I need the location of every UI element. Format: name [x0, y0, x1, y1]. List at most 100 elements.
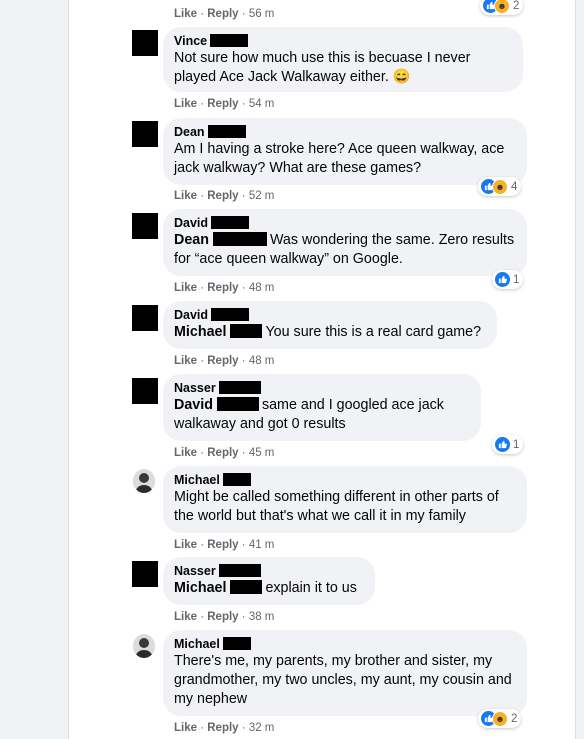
like-link[interactable]: Like — [174, 190, 197, 202]
comment-bubble: Nasser David same and I googled ace jack … — [163, 374, 481, 441]
comment-author[interactable]: Nasser — [174, 563, 364, 579]
haha-icon: ☻ — [494, 0, 510, 14]
like-link[interactable]: Like — [174, 539, 197, 551]
reply-link[interactable]: Reply — [207, 447, 238, 459]
comment-bubble: David Michael You sure this is a real car… — [163, 301, 497, 349]
comment-author[interactable]: Nasser — [174, 380, 470, 396]
left-gutter — [0, 0, 69, 739]
avatar[interactable] — [132, 121, 158, 147]
reaction-count: 1 — [513, 438, 520, 451]
timestamp[interactable]: 41 m — [249, 539, 275, 551]
reply-link[interactable]: Reply — [207, 282, 238, 294]
redacted-name — [211, 308, 250, 321]
redacted-name — [207, 125, 246, 138]
comment-bubble: Vince Not sure how much use this is becu… — [163, 27, 523, 92]
reply-link[interactable]: Reply — [207, 611, 238, 623]
redacted-name — [230, 324, 263, 338]
comment-actions: Like · Reply · 48 m — [174, 355, 275, 367]
comment-author[interactable]: David — [174, 307, 486, 323]
timestamp[interactable]: 56 m — [249, 8, 275, 20]
timestamp[interactable]: 52 m — [249, 190, 275, 202]
comment-text: Michael explain it to us — [174, 580, 357, 596]
avatar[interactable] — [133, 469, 155, 493]
like-icon — [495, 437, 510, 452]
comment-actions: Like · Reply · 54 m — [174, 98, 275, 110]
comment-actions: Like · Reply · 52 m — [174, 190, 275, 202]
redacted-name — [230, 580, 263, 594]
mention-link[interactable]: Dean — [174, 232, 209, 248]
comment-text: Dean Was wondering the same. Zero results… — [174, 232, 515, 267]
reaction-summary[interactable]: ☻ 4 — [478, 177, 522, 196]
reply-link[interactable]: Reply — [207, 190, 238, 202]
comment-author[interactable]: David — [174, 215, 516, 231]
timestamp[interactable]: 32 m — [249, 722, 275, 734]
avatar[interactable] — [132, 305, 158, 331]
reaction-summary[interactable]: 1 — [492, 270, 524, 289]
reply-link[interactable]: Reply — [207, 539, 238, 551]
redacted-name — [216, 397, 259, 411]
timestamp[interactable]: 48 m — [249, 282, 275, 294]
comment-author[interactable]: Michael — [174, 636, 516, 652]
like-link[interactable]: Like — [174, 611, 197, 623]
redacted-name — [222, 473, 251, 486]
timestamp[interactable]: 54 m — [249, 98, 275, 110]
mention-link[interactable]: Michael — [174, 324, 226, 340]
comment-actions: Like · Reply · 56 m — [174, 8, 275, 20]
comment-text: David same and I googled ace jack walkawa… — [174, 397, 444, 432]
avatar[interactable] — [133, 634, 155, 658]
comment-text: Might be called something different in o… — [174, 489, 499, 524]
profile-photo-icon — [133, 469, 155, 493]
reaction-summary[interactable]: ☻ 2 — [478, 709, 522, 728]
comment-text: Michael You sure this is a real card game… — [174, 324, 482, 340]
reaction-count: 2 — [511, 712, 518, 725]
comment-actions: Like · Reply · 45 m — [174, 447, 275, 459]
comment-author[interactable]: Dean — [174, 124, 516, 140]
right-gutter — [575, 0, 584, 739]
comment-actions: Like · Reply · 32 m — [174, 722, 275, 734]
reaction-summary[interactable]: ☻ 2 — [480, 0, 524, 15]
reply-link[interactable]: Reply — [207, 8, 238, 20]
reaction-count: 2 — [513, 0, 520, 12]
comment-bubble: Nasser Michael explain it to us — [163, 557, 375, 605]
comment-text: Am I having a stroke here? Ace queen wal… — [174, 141, 505, 176]
like-link[interactable]: Like — [174, 722, 197, 734]
like-link[interactable]: Like — [174, 282, 197, 294]
comment-text: Not sure how much use this is becuase I … — [174, 50, 471, 85]
timestamp[interactable]: 38 m — [249, 611, 275, 623]
reply-link[interactable]: Reply — [207, 98, 238, 110]
redacted-name — [222, 637, 251, 650]
profile-photo-icon — [133, 634, 155, 658]
like-link[interactable]: Like — [174, 447, 197, 459]
reaction-summary[interactable]: 1 — [492, 435, 524, 454]
comment-bubble: David Dean Was wondering the same. Zero r… — [163, 209, 527, 276]
avatar[interactable] — [132, 30, 158, 56]
redacted-name — [210, 34, 249, 47]
like-link[interactable]: Like — [174, 98, 197, 110]
reply-link[interactable]: Reply — [207, 722, 238, 734]
mention-link[interactable]: David — [174, 397, 213, 413]
comment-author[interactable]: Michael — [174, 472, 516, 488]
like-link[interactable]: Like — [174, 355, 197, 367]
mention-link[interactable]: Michael — [174, 580, 226, 596]
haha-icon: ☻ — [492, 710, 508, 727]
comment-actions: Like · Reply · 38 m — [174, 611, 275, 623]
redacted-name — [212, 232, 267, 246]
like-link[interactable]: Like — [174, 8, 197, 20]
avatar[interactable] — [132, 561, 158, 587]
haha-icon: ☻ — [492, 178, 508, 195]
reply-link[interactable]: Reply — [207, 355, 238, 367]
comment-bubble: Michael There's me, my parents, my broth… — [163, 630, 527, 716]
redacted-name — [211, 216, 250, 229]
like-icon — [495, 272, 510, 287]
comment-bubble: Dean Am I having a stroke here? Ace quee… — [163, 118, 527, 185]
redacted-name — [218, 381, 261, 394]
comment-author[interactable]: Vince — [174, 33, 512, 49]
avatar[interactable] — [132, 213, 158, 239]
comment-actions: Like · Reply · 48 m — [174, 282, 275, 294]
comment-actions: Like · Reply · 41 m — [174, 539, 275, 551]
comment-text: There's me, my parents, my brother and s… — [174, 653, 512, 707]
timestamp[interactable]: 45 m — [249, 447, 275, 459]
avatar[interactable] — [132, 378, 158, 404]
timestamp[interactable]: 48 m — [249, 355, 275, 367]
comment-bubble: Michael Might be called something differ… — [163, 466, 527, 533]
